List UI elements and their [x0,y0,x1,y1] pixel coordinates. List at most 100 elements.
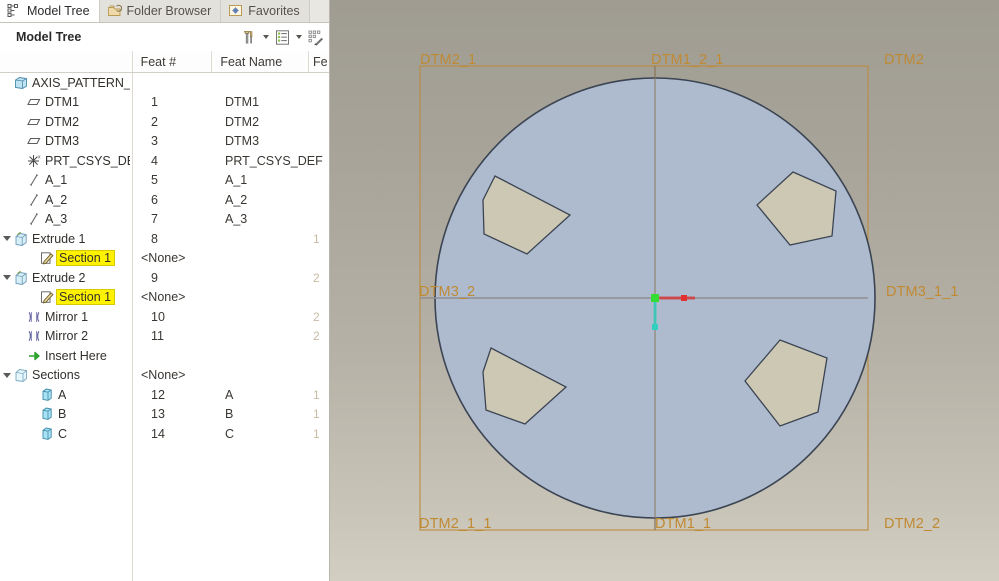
extrude-icon [13,270,29,286]
feat-num-cell [133,73,213,93]
tree-item-dtm1[interactable]: DTM1 [0,93,132,113]
csys-icon: x [26,153,42,169]
tree-item-dtm2[interactable]: DTM2 [0,112,132,132]
folder-browser-icon [107,3,122,18]
tree-item-label: Insert Here [45,349,107,363]
feat-extra-cell: 2 [310,268,329,288]
feat-num-column: 12345678<None>9<None>1011<None>121314 [133,73,213,581]
tree-item-label: AXIS_PATTERN_GRP.PR [32,76,130,90]
feat-extra-cell [310,190,329,210]
chevron-down-icon[interactable] [0,275,13,280]
datum-label-dtm2-1: DTM2_1 [420,52,476,68]
tree-item-b[interactable]: B [0,405,132,425]
datum-label-dtm1-1: DTM1_1 [655,516,711,532]
tree-item-section-1[interactable]: Section 1 [0,288,132,308]
tree-item-section-1[interactable]: Section 1 [0,249,132,269]
feat-num-cell: 4 [133,151,213,171]
tree-columns-caret-icon[interactable] [293,26,304,48]
tree-item-sections[interactable]: Sections [0,366,132,386]
feat-num-cell: <None> [133,366,213,386]
feat-extra-cell [310,93,329,113]
feat-extra-cell: 1 [310,385,329,405]
feat-name-cell: DTM1 [213,93,310,113]
feat-num-cell: 13 [133,405,213,425]
tree-item-prt-csys-def[interactable]: x PRT_CSYS_DEF [0,151,132,171]
feat-name-cell [213,307,310,327]
tree-item-a-3[interactable]: A_3 [0,210,132,230]
tab-label: Folder Browser [127,4,212,18]
feat-num-cell: <None> [133,249,213,269]
feat-name-column: DTM1DTM2DTM3PRT_CSYS_DEFA_1A_2A_3ABC [213,73,310,581]
column-header-feat-num[interactable]: Feat # [133,51,213,72]
tab-folder-browser[interactable]: Folder Browser [100,0,222,22]
datum-label-dtm3-1-1: DTM3_1_1 [886,284,959,300]
feat-extra-cell [310,210,329,230]
datum-label-dtm2: DTM2 [884,52,924,68]
tree-item-label: Extrude 1 [32,232,86,246]
mirror-icon [26,328,42,344]
feat-extra-cell [310,288,329,308]
tree-item-label: DTM2 [45,115,79,129]
feat-extra-cell: 2 [310,327,329,347]
feat-name-cell [213,366,310,386]
column-header-tree[interactable] [0,51,133,72]
tree-item-label: C [58,427,67,441]
axis-icon [26,192,42,208]
feat-num-cell: <None> [133,288,213,308]
axis-icon [26,211,42,227]
tree-item-mirror-1[interactable]: Mirror 1 [0,307,132,327]
settings-tools-caret-icon[interactable] [260,26,271,48]
chevron-down-icon[interactable] [0,236,13,241]
application-window: Model Tree Folder Browser [0,0,999,581]
feat-extra-cell: 1 [310,424,329,444]
twisty-glyph [3,236,11,241]
tree-item-label: B [58,407,66,421]
feat-extra-cell [310,132,329,152]
graphics-viewport[interactable]: DTM2_1DTM1_2_1DTM2DTM3_2DTM3_1_1DTM2_1_1… [330,0,999,581]
svg-text:x: x [38,154,41,160]
tree-item-label: Section 1 [56,250,115,266]
datum-label-dtm1-2-1: DTM1_2_1 [651,52,724,68]
tree-item-insert-here[interactable]: Insert Here [0,346,132,366]
feat-num-cell: 10 [133,307,213,327]
feat-name-cell [213,288,310,308]
feat-name-cell [213,229,310,249]
feat-name-cell: C [213,424,310,444]
tree-item-extrude-1[interactable]: Extrude 1 [0,229,132,249]
tree-item-a-2[interactable]: A_2 [0,190,132,210]
datum-label-dtm3-2: DTM3_2 [419,284,475,300]
feat-num-cell: 3 [133,132,213,152]
tree-item-axis-pattern-grp-pr[interactable]: AXIS_PATTERN_GRP.PR [0,73,132,93]
tab-favorites[interactable]: Favorites [221,0,309,22]
tree-item-dtm3[interactable]: DTM3 [0,132,132,152]
chevron-down-icon[interactable] [0,373,13,378]
feature-table-columns: 12345678<None>9<None>1011<None>121314 DT… [133,73,329,581]
tree-item-mirror-2[interactable]: Mirror 2 [0,327,132,347]
tree-item-label: PRT_CSYS_DEF [45,154,130,168]
section-edit-icon [39,250,55,266]
tree-item-label: DTM3 [45,134,79,148]
feat-extra-cell [310,112,329,132]
feat-name-cell: A_2 [213,190,310,210]
feat-extra-cell [310,151,329,171]
tab-model-tree[interactable]: Model Tree [0,0,100,22]
tree-item-extrude-2[interactable]: Extrude 2 [0,268,132,288]
column-header-feat-name[interactable]: Feat Name [212,51,309,72]
column-header-feat-extra[interactable]: Fe [309,51,329,72]
feat-num-cell: 14 [133,424,213,444]
feat-num-cell: 2 [133,112,213,132]
tree-filters-icon[interactable] [305,26,325,48]
axis-icon [26,172,42,188]
feat-extra-cell [310,366,329,386]
tree-item-c[interactable]: C [0,424,132,444]
datum-plane-icon [26,114,42,130]
tree-item-a[interactable]: A [0,385,132,405]
chevron-down-icon [263,35,269,39]
tree-columns-icon[interactable] [272,26,292,48]
section-plane-icon [39,426,55,442]
feat-name-cell [213,73,310,93]
settings-tools-icon[interactable] [239,26,259,48]
feat-num-cell: 9 [133,268,213,288]
tree-item-a-1[interactable]: A_1 [0,171,132,191]
mirror-icon [26,309,42,325]
